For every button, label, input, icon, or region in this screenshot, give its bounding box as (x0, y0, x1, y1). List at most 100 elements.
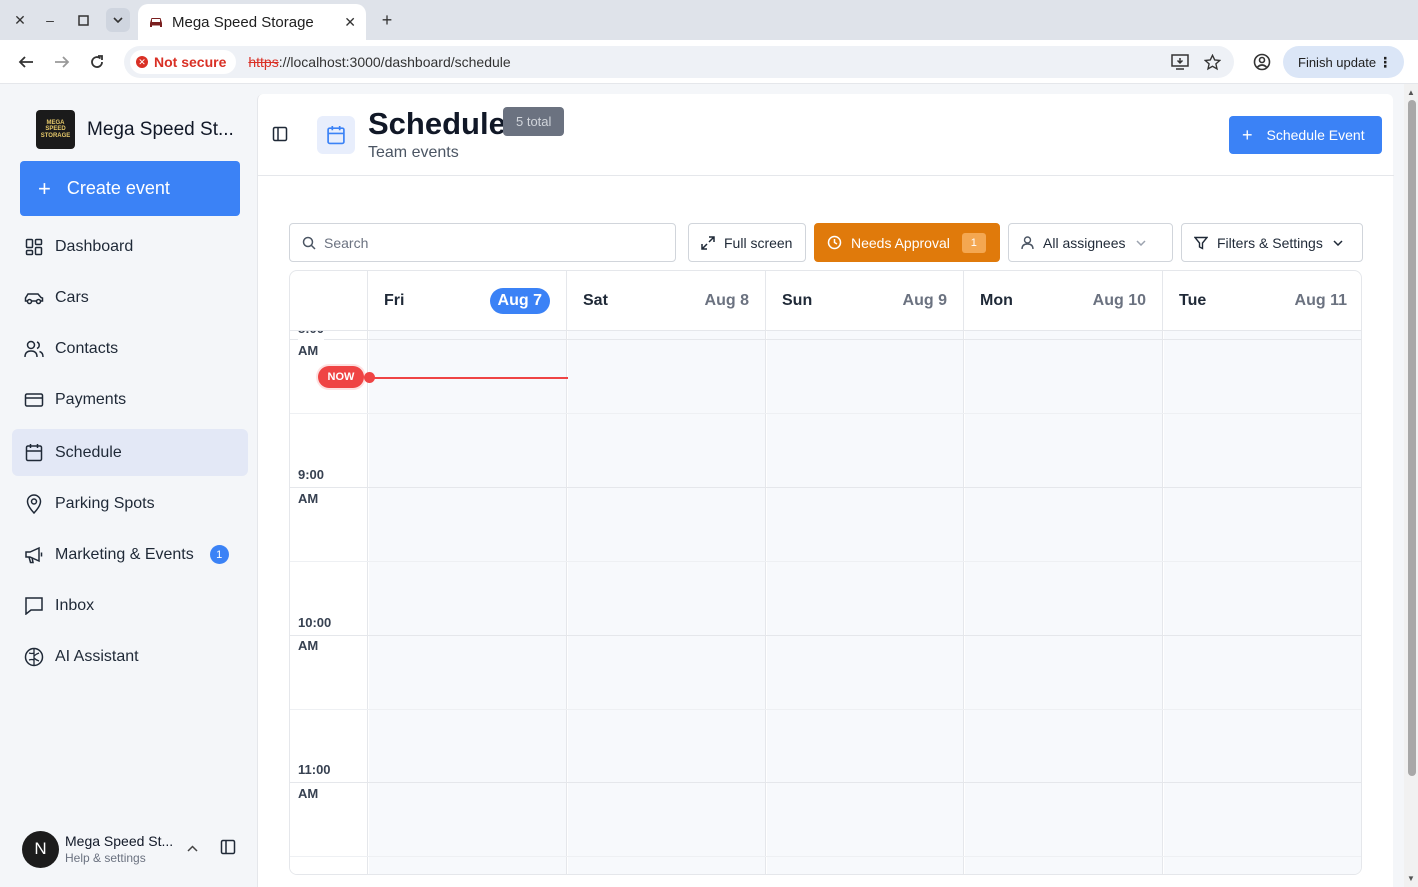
browser-tabbar: ✕ – Mega Speed Storage ✕ + (0, 0, 1418, 40)
sidebar-item-inbox[interactable]: Inbox (12, 582, 248, 629)
sidebar-item-contacts[interactable]: Contacts (12, 325, 248, 372)
search-input[interactable] (324, 234, 644, 251)
day-header-mon[interactable]: Mon Aug 10 (964, 271, 1163, 331)
schedule-calendar-icon (317, 116, 355, 154)
scrollbar-thumb[interactable] (1408, 100, 1416, 776)
calendar-body: 8:00 AM 9:00 AM 10:00 AM 11:00 AM NOW (290, 331, 1361, 874)
page-scrollbar[interactable]: ▲ ▼ (1404, 84, 1418, 887)
brain-icon (24, 647, 44, 667)
car-favicon-icon (148, 14, 164, 30)
day-name: Tue (1179, 292, 1207, 309)
sidebar-item-ai-assistant[interactable]: AI Assistant (12, 633, 248, 680)
user-icon (1021, 235, 1034, 250)
day-name: Fri (384, 292, 405, 309)
calendar-header: Fri Aug 7 Sat Aug 8 Sun Aug 9 Mon Aug 10… (290, 271, 1361, 331)
window-close-icon[interactable]: ✕ (8, 8, 32, 32)
half-hour-line (290, 709, 1361, 710)
user-text: Mega Speed St... Help & settings (65, 833, 173, 865)
expand-icon (701, 235, 715, 250)
sidebar: MEGA SPEED STORAGE Mega Speed St... + Cr… (0, 84, 256, 887)
assignees-dropdown[interactable]: All assignees (1008, 223, 1173, 262)
tab-close-icon[interactable]: ✕ (344, 14, 356, 31)
forward-icon[interactable] (50, 50, 74, 74)
user-menu[interactable]: N Mega Speed St... Help & settings (22, 829, 252, 869)
clock-icon (827, 235, 842, 250)
sidebar-item-label: Inbox (55, 596, 95, 614)
panel-toggle-icon[interactable] (270, 124, 290, 144)
url-text[interactable]: https://localhost:3000/dashboard/schedul… (248, 54, 510, 70)
filters-settings-label: Filters & Settings (1217, 234, 1323, 251)
warning-icon: ✕ (136, 56, 148, 68)
brand-name: Mega Speed St... (87, 118, 234, 140)
sidebar-item-payments[interactable]: Payments (12, 376, 248, 423)
time-ampm-label: AM (298, 343, 319, 358)
needs-approval-label: Needs Approval (851, 234, 950, 251)
browser-toolbar: ✕ Not secure https://localhost:3000/dash… (0, 40, 1418, 84)
hour-line (290, 339, 1361, 340)
tab-title: Mega Speed Storage (172, 13, 314, 31)
sidebar-item-label: Cars (55, 288, 89, 306)
window-minimize-icon[interactable]: – (38, 8, 62, 32)
search-field[interactable] (289, 223, 676, 262)
install-app-icon[interactable] (1170, 52, 1190, 72)
day-header-sun[interactable]: Sun Aug 9 (766, 271, 964, 331)
sidebar-item-label: Contacts (55, 339, 119, 357)
inbox-icon (24, 596, 44, 616)
time-hour-label: 10:00 (298, 615, 332, 630)
payments-icon (24, 390, 44, 410)
back-icon[interactable] (14, 50, 38, 74)
time-ampm-label: AM (298, 786, 319, 801)
day-header-sat[interactable]: Sat Aug 8 (567, 271, 766, 331)
schedule-event-button[interactable]: + Schedule Event (1229, 116, 1382, 154)
time-hour-label: 9:00 (298, 467, 325, 482)
needs-approval-button[interactable]: Needs Approval 1 (814, 223, 1000, 262)
day-header-fri[interactable]: Fri Aug 7 (368, 271, 567, 331)
half-hour-line (290, 856, 1361, 857)
now-indicator-badge: NOW (318, 366, 364, 388)
day-name: Sat (583, 292, 608, 309)
profile-icon[interactable] (1250, 50, 1274, 74)
finish-update-button[interactable]: Finish update ⋮ (1283, 46, 1405, 78)
time-ampm-label: AM (298, 491, 319, 506)
new-tab-icon[interactable]: + (376, 8, 398, 32)
scroll-down-icon[interactable]: ▼ (1407, 874, 1415, 883)
sidebar-item-schedule[interactable]: Schedule (12, 429, 248, 476)
window-maximize-icon[interactable] (71, 8, 95, 32)
sidebar-item-marketing-events[interactable]: Marketing & Events 1 (12, 531, 248, 578)
address-bar[interactable]: ✕ Not secure https://localhost:3000/dash… (124, 46, 1234, 78)
sidebar-item-label: Payments (55, 390, 127, 408)
security-chip[interactable]: ✕ Not secure (130, 50, 237, 74)
bookmark-star-icon[interactable] (1202, 52, 1222, 72)
day-date: Aug 8 (704, 292, 749, 309)
assignees-label: All assignees (1043, 234, 1126, 251)
day-date: Aug 9 (902, 292, 947, 309)
sidebar-item-dashboard[interactable]: Dashboard (12, 223, 248, 270)
schedule-event-label: Schedule Event (1266, 127, 1365, 143)
day-date-today: Aug 7 (489, 288, 550, 314)
brand[interactable]: MEGA SPEED STORAGE Mega Speed St... (36, 110, 234, 149)
create-event-button[interactable]: + Create event (20, 161, 240, 216)
reload-icon[interactable] (85, 50, 109, 74)
create-event-label: Create event (66, 178, 170, 198)
full-screen-button[interactable]: Full screen (688, 223, 806, 262)
chevron-up-icon (187, 841, 198, 855)
day-name: Mon (980, 292, 1013, 309)
sidebar-collapse-icon[interactable] (220, 839, 236, 860)
total-badge: 5 total (503, 107, 565, 136)
approval-count-badge: 1 (961, 232, 986, 253)
filters-settings-dropdown[interactable]: Filters & Settings (1181, 223, 1363, 262)
tab-search-chevron-icon[interactable] (106, 8, 130, 32)
now-indicator-line (370, 377, 568, 379)
sidebar-item-cars[interactable]: Cars (12, 274, 248, 321)
megaphone-icon (24, 545, 44, 565)
finish-update-label: Finish update (1298, 54, 1377, 70)
sidebar-item-parking-spots[interactable]: Parking Spots (12, 480, 248, 527)
full-screen-label: Full screen (724, 234, 793, 251)
car-icon (24, 288, 44, 308)
browser-tab[interactable]: Mega Speed Storage ✕ (138, 4, 366, 40)
brand-logo: MEGA SPEED STORAGE (36, 110, 75, 149)
app-root: MEGA SPEED STORAGE Mega Speed St... + Cr… (0, 84, 1404, 887)
day-header-tue[interactable]: Tue Aug 11 (1163, 271, 1361, 331)
chevron-down-icon (1333, 239, 1343, 246)
scroll-up-icon[interactable]: ▲ (1407, 88, 1415, 97)
